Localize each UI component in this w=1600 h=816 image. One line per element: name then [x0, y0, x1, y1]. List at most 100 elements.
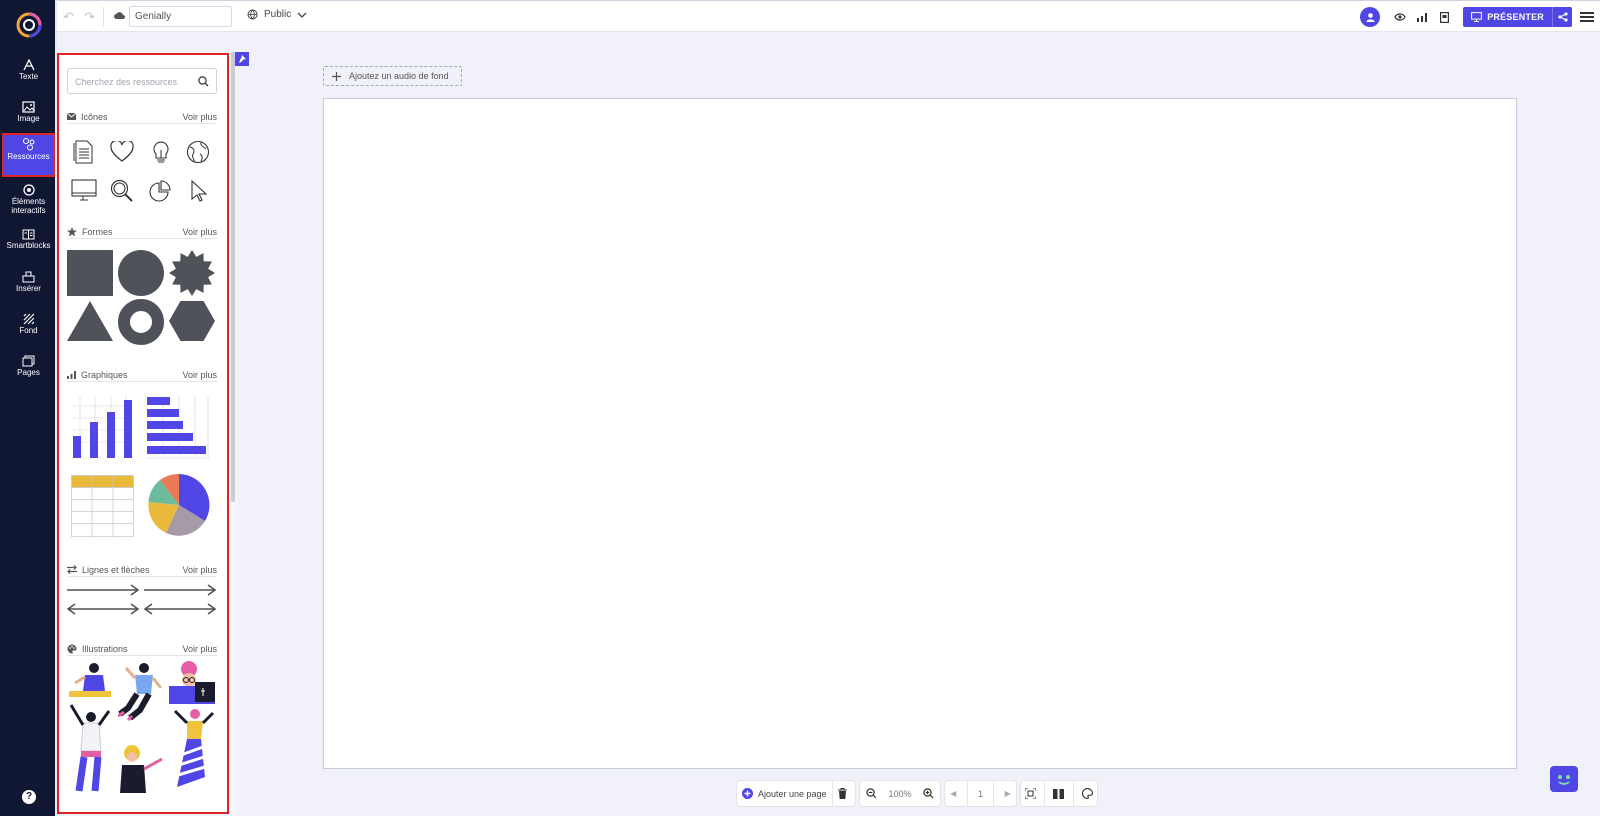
image-icon: [22, 101, 35, 113]
illustration-person-sitting[interactable]: [67, 661, 113, 701]
fit-screen-icon[interactable]: [1025, 788, 1037, 799]
stats-button[interactable]: [1411, 6, 1433, 28]
section-title: Graphiques: [81, 369, 128, 380]
circle-shape[interactable]: [118, 250, 164, 296]
rail-item-pages[interactable]: Pages: [2, 351, 55, 395]
search-icon[interactable]: [198, 76, 209, 87]
rail-item-label: Ressources: [7, 152, 50, 161]
slide-canvas[interactable]: [323, 98, 1517, 769]
section-title: Icônes: [81, 111, 108, 122]
hamburger-menu-icon[interactable]: [1580, 10, 1594, 25]
starburst-shape[interactable]: [169, 250, 215, 296]
rail-item-ressources[interactable]: Ressources: [2, 133, 55, 177]
previous-page-icon[interactable]: ◀: [950, 789, 956, 798]
visibility-dropdown[interactable]: Public: [247, 9, 307, 20]
plus-icon: [332, 71, 341, 81]
hexagon-shape[interactable]: [169, 301, 215, 341]
undo-icon[interactable]: ↶: [63, 9, 74, 25]
triangle-shape[interactable]: [67, 301, 113, 343]
publish-button[interactable]: [1433, 6, 1455, 28]
line-arrow-double[interactable]: [67, 603, 139, 615]
rail-item-texte[interactable]: Texte: [2, 55, 55, 99]
see-more-link[interactable]: Voir plus: [182, 644, 217, 654]
redo-icon[interactable]: ↷: [84, 9, 95, 25]
project-name-input[interactable]: [129, 6, 232, 27]
illustration-person-jumping[interactable]: [118, 660, 164, 740]
line-arrow-right[interactable]: [67, 584, 139, 596]
pin-icon: [239, 55, 246, 63]
genially-logo[interactable]: [16, 12, 42, 38]
plus-circle-icon: [742, 788, 753, 799]
divider: [103, 7, 104, 27]
rail-item-smartblocks[interactable]: Smartblocks: [2, 225, 55, 269]
palette-icon[interactable]: [1081, 788, 1093, 799]
magnifier-icon[interactable]: [110, 179, 134, 203]
ring-shape[interactable]: [118, 299, 164, 345]
presentation-icon: [1471, 12, 1483, 22]
preview-button[interactable]: [1389, 6, 1411, 28]
table-thumbnail[interactable]: [71, 475, 134, 537]
rail-item-inserer[interactable]: Insérer: [2, 267, 55, 311]
background-icon: [23, 313, 34, 325]
top-bar: ↶ ↷ Public PRÉSENTER: [57, 0, 1600, 32]
user-avatar[interactable]: [1360, 7, 1381, 27]
zoom-in-icon[interactable]: [923, 788, 934, 799]
zoom-out-icon[interactable]: [866, 788, 877, 799]
illustration-person-laptop[interactable]: [169, 660, 215, 704]
cloud-saved-icon: [114, 12, 125, 19]
divider: [993, 781, 995, 806]
help-button[interactable]: ?: [22, 790, 36, 804]
cursor-icon[interactable]: [190, 180, 208, 202]
zoom-level[interactable]: 100%: [888, 789, 911, 799]
document-icon[interactable]: [72, 140, 94, 164]
present-button[interactable]: PRÉSENTER: [1463, 7, 1552, 27]
see-more-link[interactable]: Voir plus: [182, 112, 217, 122]
share-button[interactable]: [1552, 7, 1572, 27]
illustration-person-cheering[interactable]: [67, 703, 113, 793]
panel-scrollbar[interactable]: [231, 52, 235, 502]
see-more-link[interactable]: Voir plus: [182, 370, 217, 380]
resource-search-input[interactable]: [75, 71, 195, 93]
lightbulb-icon[interactable]: [151, 140, 171, 164]
rail-item-fond[interactable]: Fond: [2, 309, 55, 353]
grid-view-icon[interactable]: [1053, 788, 1065, 799]
pin-panel-button[interactable]: [235, 52, 249, 66]
see-more-link[interactable]: Voir plus: [182, 227, 217, 237]
resources-panel: Icônes Voir plus Formes Voir plus Graphi…: [57, 53, 229, 814]
audio-label: Ajoutez un audio de fond: [349, 71, 449, 81]
square-shape[interactable]: [67, 250, 113, 296]
add-page-button[interactable]: Ajouter une page: [742, 788, 827, 799]
rail-item-label: Texte: [18, 72, 39, 81]
divider: [831, 781, 833, 806]
trash-icon[interactable]: [837, 788, 847, 799]
star-icon: [67, 226, 77, 236]
rail-item-elements-interactifs[interactable]: Éléments interactifs: [2, 180, 55, 216]
line-arrow-right-long[interactable]: [144, 584, 216, 596]
globe-icon[interactable]: [186, 140, 210, 164]
monitor-icon[interactable]: [71, 179, 97, 201]
pie-chart-icon[interactable]: [148, 179, 172, 203]
user-icon: [1366, 12, 1375, 22]
section-title: Formes: [82, 226, 113, 237]
add-page-label: Ajouter une page: [758, 788, 827, 799]
zoom-controls: 100%: [860, 781, 940, 806]
next-page-icon[interactable]: ▶: [1005, 789, 1011, 798]
top-bar-actions: PRÉSENTER: [1360, 1, 1600, 33]
eye-icon: [1394, 13, 1406, 21]
bar-chart-thumbnail[interactable]: [147, 396, 210, 459]
illustration-person-dancing[interactable]: [169, 707, 215, 793]
illustration-person-waving[interactable]: [118, 743, 164, 793]
line-arrow-double-alt[interactable]: [144, 603, 216, 615]
rail-item-label: Smartblocks: [6, 241, 51, 250]
divider: [1072, 781, 1074, 806]
present-label: PRÉSENTER: [1487, 12, 1544, 22]
column-chart-thumbnail[interactable]: [71, 396, 134, 459]
see-more-link[interactable]: Voir plus: [182, 565, 217, 575]
section-lines-header: Lignes et flèches Voir plus: [67, 563, 217, 577]
pie-chart-thumbnail[interactable]: [148, 474, 210, 536]
chat-assistant-button[interactable]: [1550, 766, 1578, 792]
add-background-audio-button[interactable]: Ajoutez un audio de fond: [323, 66, 462, 86]
page-navigation: ◀ 1 ▶: [945, 781, 1016, 806]
heart-icon[interactable]: [110, 141, 134, 163]
share-icon: [1557, 12, 1568, 22]
